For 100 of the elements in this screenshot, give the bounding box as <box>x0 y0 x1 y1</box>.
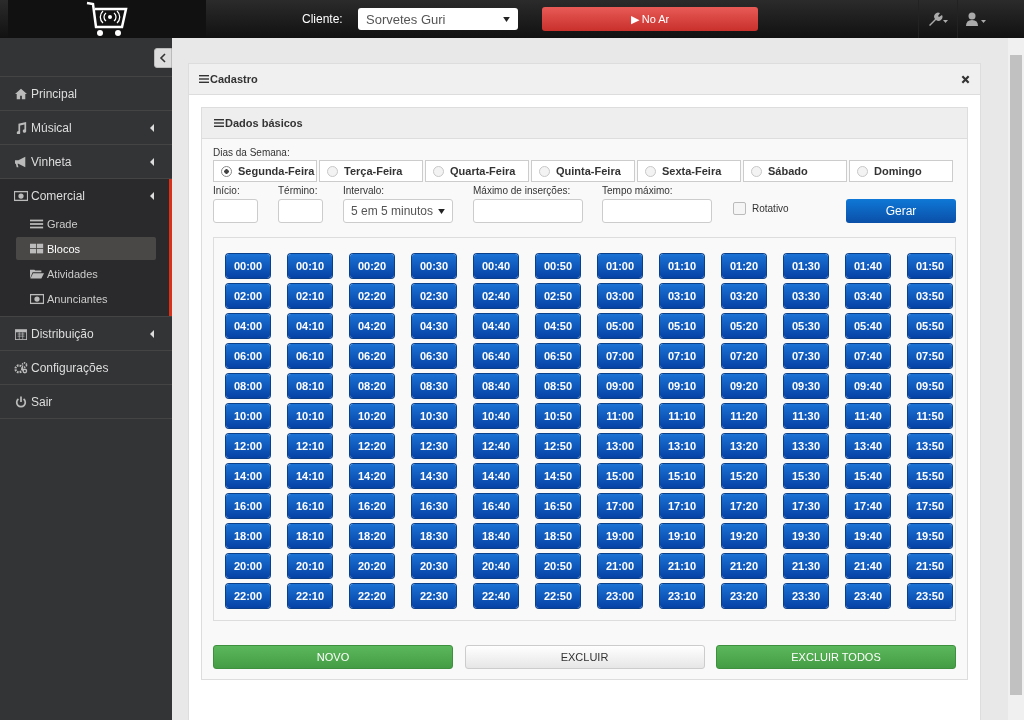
time-slot-button[interactable]: 00:40 <box>474 254 518 278</box>
time-slot-button[interactable]: 17:30 <box>784 494 828 518</box>
weekday-radio[interactable]: Terça-Feira <box>319 160 423 182</box>
time-slot-button[interactable]: 21:40 <box>846 554 890 578</box>
time-slot-button[interactable]: 19:20 <box>722 524 766 548</box>
weekday-radio[interactable]: Sábado <box>743 160 847 182</box>
time-slot-button[interactable]: 03:00 <box>598 284 642 308</box>
time-slot-button[interactable]: 05:30 <box>784 314 828 338</box>
time-slot-button[interactable]: 01:20 <box>722 254 766 278</box>
time-slot-button[interactable]: 07:00 <box>598 344 642 368</box>
time-slot-button[interactable]: 13:30 <box>784 434 828 458</box>
weekday-radio[interactable]: Quarta-Feira <box>425 160 529 182</box>
time-slot-button[interactable]: 18:20 <box>350 524 394 548</box>
time-slot-button[interactable]: 04:20 <box>350 314 394 338</box>
time-slot-button[interactable]: 09:10 <box>660 374 704 398</box>
sidebar-item[interactable]: Vinheta <box>0 145 172 178</box>
time-slot-button[interactable]: 00:20 <box>350 254 394 278</box>
time-slot-button[interactable]: 12:30 <box>412 434 456 458</box>
time-slot-button[interactable]: 02:20 <box>350 284 394 308</box>
time-slot-button[interactable]: 14:10 <box>288 464 332 488</box>
sidebar-item[interactable]: Comercial <box>0 179 172 212</box>
time-slot-button[interactable]: 06:20 <box>350 344 394 368</box>
time-slot-button[interactable]: 05:50 <box>908 314 952 338</box>
time-slot-button[interactable]: 11:30 <box>784 404 828 428</box>
weekday-radio[interactable]: Sexta-Feira <box>637 160 741 182</box>
time-slot-button[interactable]: 09:30 <box>784 374 828 398</box>
input-field[interactable] <box>278 199 323 223</box>
time-slot-button[interactable]: 06:50 <box>536 344 580 368</box>
time-slot-button[interactable]: 07:40 <box>846 344 890 368</box>
time-slot-button[interactable]: 18:40 <box>474 524 518 548</box>
time-slot-button[interactable]: 06:30 <box>412 344 456 368</box>
time-slot-button[interactable]: 04:50 <box>536 314 580 338</box>
submenu-item[interactable]: Anunciantes <box>16 287 156 310</box>
time-slot-button[interactable]: 23:40 <box>846 584 890 608</box>
time-slot-button[interactable]: 02:40 <box>474 284 518 308</box>
time-slot-button[interactable]: 20:10 <box>288 554 332 578</box>
time-slot-button[interactable]: 18:00 <box>226 524 270 548</box>
time-slot-button[interactable]: 23:50 <box>908 584 952 608</box>
time-slot-button[interactable]: 16:40 <box>474 494 518 518</box>
time-slot-button[interactable]: 22:20 <box>350 584 394 608</box>
on-air-button[interactable]: ▶ No Ar <box>542 7 758 31</box>
time-slot-button[interactable]: 17:20 <box>722 494 766 518</box>
time-slot-button[interactable]: 14:40 <box>474 464 518 488</box>
time-slot-button[interactable]: 10:50 <box>536 404 580 428</box>
time-slot-button[interactable]: 16:20 <box>350 494 394 518</box>
time-slot-button[interactable]: 06:10 <box>288 344 332 368</box>
submenu-item[interactable]: Blocos <box>16 237 156 260</box>
time-slot-button[interactable]: 01:40 <box>846 254 890 278</box>
time-slot-button[interactable]: 07:50 <box>908 344 952 368</box>
time-slot-button[interactable]: 02:00 <box>226 284 270 308</box>
time-slot-button[interactable]: 23:30 <box>784 584 828 608</box>
time-slot-button[interactable]: 21:50 <box>908 554 952 578</box>
time-slot-button[interactable]: 02:10 <box>288 284 332 308</box>
time-slot-button[interactable]: 17:50 <box>908 494 952 518</box>
interval-select[interactable]: 5 em 5 minutos <box>343 199 453 223</box>
time-slot-button[interactable]: 15:40 <box>846 464 890 488</box>
time-slot-button[interactable]: 17:40 <box>846 494 890 518</box>
time-slot-button[interactable]: 05:00 <box>598 314 642 338</box>
time-slot-button[interactable]: 13:40 <box>846 434 890 458</box>
time-slot-button[interactable]: 15:10 <box>660 464 704 488</box>
time-slot-button[interactable]: 11:10 <box>660 404 704 428</box>
time-slot-button[interactable]: 00:10 <box>288 254 332 278</box>
time-slot-button[interactable]: 12:20 <box>350 434 394 458</box>
time-slot-button[interactable]: 01:00 <box>598 254 642 278</box>
time-slot-button[interactable]: 06:00 <box>226 344 270 368</box>
time-slot-button[interactable]: 17:10 <box>660 494 704 518</box>
time-slot-button[interactable]: 00:50 <box>536 254 580 278</box>
time-slot-button[interactable]: 18:30 <box>412 524 456 548</box>
time-slot-button[interactable]: 15:20 <box>722 464 766 488</box>
weekday-radio[interactable]: Domingo <box>849 160 953 182</box>
time-slot-button[interactable]: 19:50 <box>908 524 952 548</box>
time-slot-button[interactable]: 16:50 <box>536 494 580 518</box>
time-slot-button[interactable]: 07:10 <box>660 344 704 368</box>
scrollbar[interactable] <box>1008 38 1024 720</box>
time-slot-button[interactable]: 13:00 <box>598 434 642 458</box>
time-slot-button[interactable]: 20:00 <box>226 554 270 578</box>
time-slot-button[interactable]: 21:30 <box>784 554 828 578</box>
time-slot-button[interactable]: 07:30 <box>784 344 828 368</box>
time-slot-button[interactable]: 12:10 <box>288 434 332 458</box>
time-slot-button[interactable]: 03:30 <box>784 284 828 308</box>
time-slot-button[interactable]: 14:30 <box>412 464 456 488</box>
time-slot-button[interactable]: 11:40 <box>846 404 890 428</box>
time-slot-button[interactable]: 23:00 <box>598 584 642 608</box>
time-slot-button[interactable]: 10:40 <box>474 404 518 428</box>
time-slot-button[interactable]: 09:40 <box>846 374 890 398</box>
time-slot-button[interactable]: 03:20 <box>722 284 766 308</box>
time-slot-button[interactable]: 11:00 <box>598 404 642 428</box>
time-slot-button[interactable]: 10:30 <box>412 404 456 428</box>
time-slot-button[interactable]: 16:00 <box>226 494 270 518</box>
time-slot-button[interactable]: 08:50 <box>536 374 580 398</box>
time-slot-button[interactable]: 10:10 <box>288 404 332 428</box>
time-slot-button[interactable]: 19:10 <box>660 524 704 548</box>
time-slot-button[interactable]: 21:20 <box>722 554 766 578</box>
time-slot-button[interactable]: 03:40 <box>846 284 890 308</box>
time-slot-button[interactable]: 08:10 <box>288 374 332 398</box>
time-slot-button[interactable]: 11:50 <box>908 404 952 428</box>
time-slot-button[interactable]: 00:00 <box>226 254 270 278</box>
submenu-item[interactable]: Grade <box>16 212 156 235</box>
input-field[interactable] <box>602 199 712 223</box>
time-slot-button[interactable]: 05:40 <box>846 314 890 338</box>
